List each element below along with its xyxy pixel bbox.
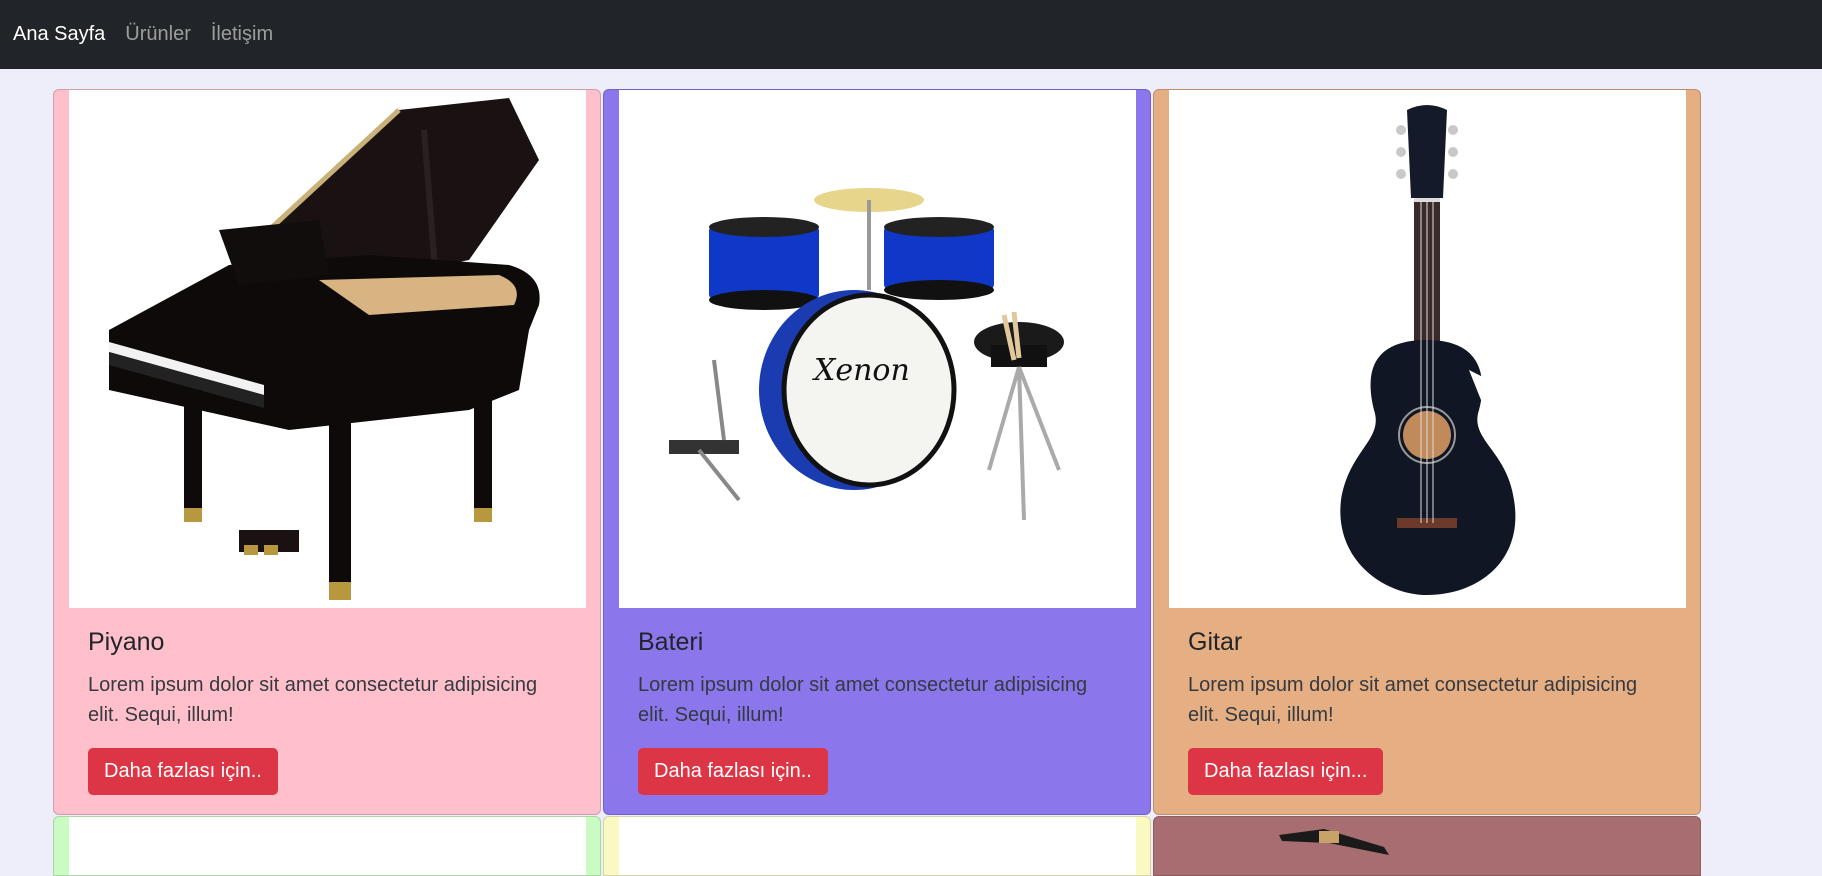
navbar: Ana Sayfa Ürünler İletişim	[0, 0, 1822, 69]
guitar-image	[1169, 90, 1686, 608]
card-text: Lorem ipsum dolor sit amet consectetur a…	[1188, 674, 1638, 726]
acoustic-guitar-icon	[1169, 90, 1686, 608]
card-title: Gitar	[1188, 628, 1243, 656]
drum-kit-icon: Xenon	[619, 90, 1136, 608]
card-text: Lorem ipsum dolor sit amet consectetur a…	[88, 674, 538, 726]
nav-products-link[interactable]: Ürünler	[125, 23, 191, 46]
piano-image	[69, 90, 586, 608]
grand-piano-icon	[69, 90, 586, 608]
svg-text:Xenon: Xenon	[812, 353, 910, 388]
nav-contact-link[interactable]: İletişim	[211, 23, 273, 46]
product-card	[603, 816, 1151, 876]
card-text: Lorem ipsum dolor sit amet consectetur a…	[638, 674, 1088, 726]
saxophone-icon	[1279, 829, 1389, 855]
product-image	[69, 817, 586, 875]
product-card-guitar: Gitar Lorem ipsum dolor sit amet consect…	[1153, 89, 1701, 815]
nav-home-link[interactable]: Ana Sayfa	[13, 23, 105, 46]
product-card	[1153, 816, 1701, 876]
product-card-piano: Piyano Lorem ipsum dolor sit amet consec…	[53, 89, 601, 815]
product-card-drums: Xenon Bateri Lorem ipsum dolor sit amet …	[603, 89, 1151, 815]
drums-image: Xenon	[619, 90, 1136, 608]
more-info-button[interactable]: Daha fazlası için..	[88, 748, 278, 795]
product-card	[53, 816, 601, 876]
card-title: Bateri	[638, 628, 704, 656]
more-info-button[interactable]: Daha fazlası için..	[638, 748, 828, 795]
product-image	[619, 817, 1136, 875]
more-info-button[interactable]: Daha fazlası için...	[1188, 748, 1384, 795]
card-title: Piyano	[88, 628, 165, 656]
